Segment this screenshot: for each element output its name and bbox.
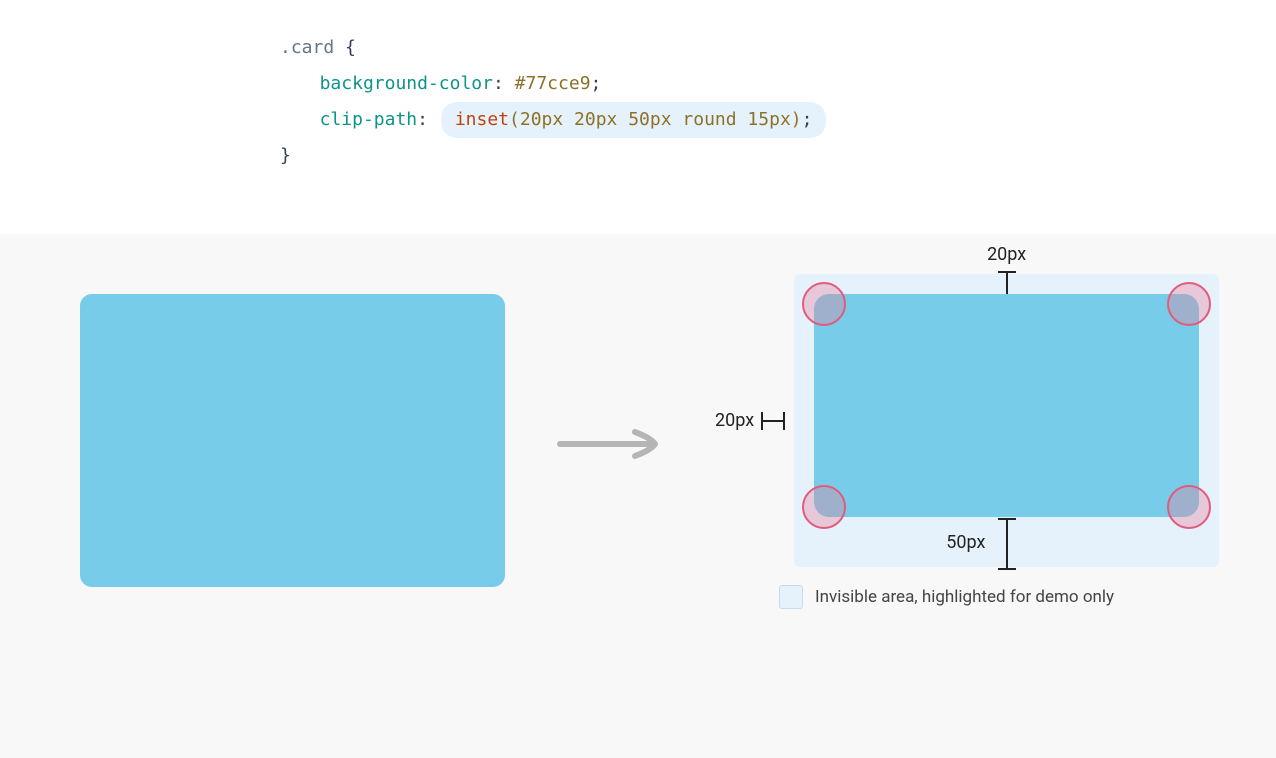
card-before-clip	[80, 294, 505, 587]
code-line-close: }	[280, 138, 1276, 174]
code-line-selector: .card {	[280, 30, 1276, 66]
inset-bottom-label: 50px	[794, 532, 985, 553]
css-selector: .card	[280, 37, 334, 58]
demo-area: 20px 20px 50px	[0, 234, 1276, 758]
card-after-clip-outer: 20px 50px	[794, 274, 1219, 567]
h-bracket-icon	[760, 410, 786, 432]
legend: Invisible area, highlighted for demo onl…	[779, 585, 1219, 609]
css-function-args: (20px 20px 50px round 15px)	[509, 109, 802, 130]
corner-radius-indicator	[1167, 282, 1211, 326]
corner-radius-indicator	[802, 282, 846, 326]
brace-open: {	[334, 37, 356, 58]
corner-radius-indicator	[802, 485, 846, 529]
inset-left-label: 20px	[715, 410, 754, 431]
code-line-clip: clip-path: inset(20px 20px 50px round 15…	[280, 102, 1276, 138]
annotated-result: 20px 20px 50px	[715, 274, 1219, 609]
legend-text: Invisible area, highlighted for demo onl…	[815, 587, 1114, 607]
inset-top-label: 20px	[794, 244, 1219, 265]
css-property: background-color	[320, 73, 493, 94]
corner-radius-indicator	[1167, 485, 1211, 529]
css-property: clip-path	[320, 109, 418, 130]
arrow-icon	[555, 424, 665, 464]
css-value: #77cce9	[515, 73, 591, 94]
highlighted-value: inset(20px 20px 50px round 15px);	[441, 102, 827, 138]
card-after-clip-inner	[814, 294, 1199, 517]
css-code-block: .card { background-color: #77cce9; clip-…	[0, 0, 1276, 234]
code-line-bg: background-color: #77cce9;	[280, 66, 1276, 102]
legend-swatch	[779, 585, 803, 609]
left-dimension-annotation: 20px	[715, 274, 786, 567]
brace-close: }	[280, 145, 291, 166]
v-bracket-icon	[996, 517, 1018, 571]
css-function: inset	[455, 109, 509, 130]
